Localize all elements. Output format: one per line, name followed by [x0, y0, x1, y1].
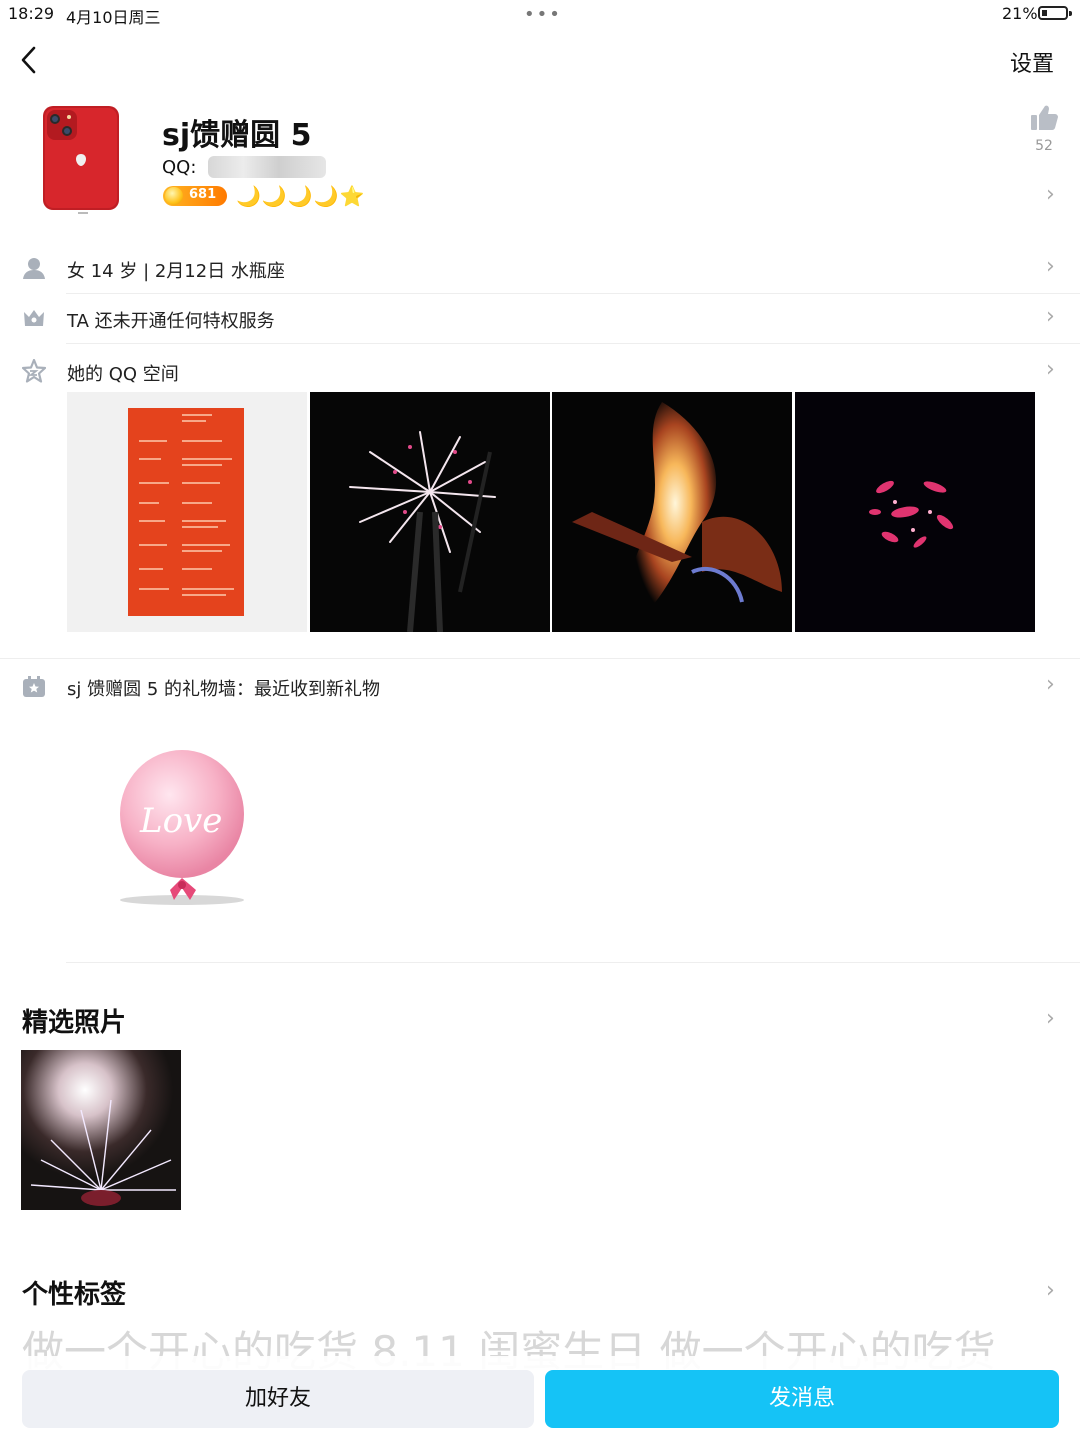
personal-tags-title[interactable]: 个性标签 [22, 1274, 126, 1311]
divider [66, 343, 1080, 344]
crown-icon [24, 310, 44, 326]
chevron-right-icon: › [1046, 672, 1055, 697]
gift-icon [23, 676, 45, 697]
status-time: 18:29 [8, 4, 55, 23]
info-row[interactable]: 女 14 岁 | 2月12日 水瓶座 › [0, 245, 1080, 293]
profile-nickname: sj馈赠圆 5 [162, 118, 312, 153]
qzone-text: 她的 QQ 空间 [67, 364, 179, 385]
multitask-dots[interactable]: ••• [524, 4, 562, 25]
battery-percent: 21% [1002, 4, 1038, 23]
level-number: 681 [189, 187, 217, 202]
chevron-right-icon[interactable]: › [1046, 1006, 1055, 1031]
info-text: 女 14 岁 | 2月12日 水瓶座 [67, 261, 285, 282]
person-icon [23, 258, 45, 279]
divider [0, 658, 1080, 659]
qq-number-label: QQ: [162, 157, 197, 178]
divider [66, 962, 1080, 963]
qzone-photo-3[interactable] [552, 392, 792, 632]
qzone-photo-1[interactable] [67, 392, 307, 632]
balloon-text: Love [139, 801, 222, 841]
featured-photo-1[interactable] [21, 1050, 181, 1210]
chevron-left-icon [21, 46, 36, 74]
like-button[interactable]: 52 [1026, 104, 1062, 154]
star-icon [22, 359, 46, 383]
qzone-photo-2[interactable] [310, 392, 550, 632]
level-moons-icon: 🌙🌙🌙🌙⭐ [236, 184, 366, 208]
privilege-row[interactable]: TA 还未开通任何特权服务 › [0, 295, 1080, 343]
coin-icon [165, 187, 183, 205]
divider [66, 293, 1080, 294]
status-bar: 18:29 4月10日周三 ••• 21% [0, 0, 1080, 28]
status-date: 4月10日周三 [66, 8, 161, 27]
level-badge[interactable]: 681 [163, 186, 227, 206]
chevron-right-icon: › [1046, 254, 1055, 279]
featured-photos-title[interactable]: 精选照片 [22, 1002, 126, 1039]
gift-wall-row[interactable]: sj 馈赠圆 5 的礼物墙：最近收到新礼物 › [0, 663, 1080, 711]
thumbs-up-icon [1031, 105, 1058, 130]
qq-number-redacted [208, 156, 326, 178]
qzone-row[interactable]: 她的 QQ 空间 › [0, 348, 1080, 396]
chevron-right-icon[interactable]: › [1046, 1278, 1055, 1303]
chevron-right-icon: › [1046, 357, 1055, 382]
send-message-button[interactable]: 发消息 [545, 1370, 1059, 1428]
settings-button[interactable]: 设置 [1010, 46, 1054, 78]
chevron-right-icon: › [1046, 304, 1055, 329]
like-count: 52 [1035, 138, 1053, 154]
back-button[interactable] [14, 42, 48, 78]
balloon-gift-image[interactable]: Love [110, 740, 260, 920]
gift-wall-text: sj 馈赠圆 5 的礼物墙：最近收到新礼物 [67, 679, 380, 700]
profile-chevron-icon[interactable]: › [1046, 182, 1055, 207]
avatar[interactable] [40, 104, 122, 216]
privilege-text: TA 还未开通任何特权服务 [67, 311, 275, 332]
qzone-photo-4[interactable] [795, 392, 1035, 632]
add-friend-button[interactable]: 加好友 [22, 1370, 534, 1428]
battery-icon [1038, 6, 1072, 20]
